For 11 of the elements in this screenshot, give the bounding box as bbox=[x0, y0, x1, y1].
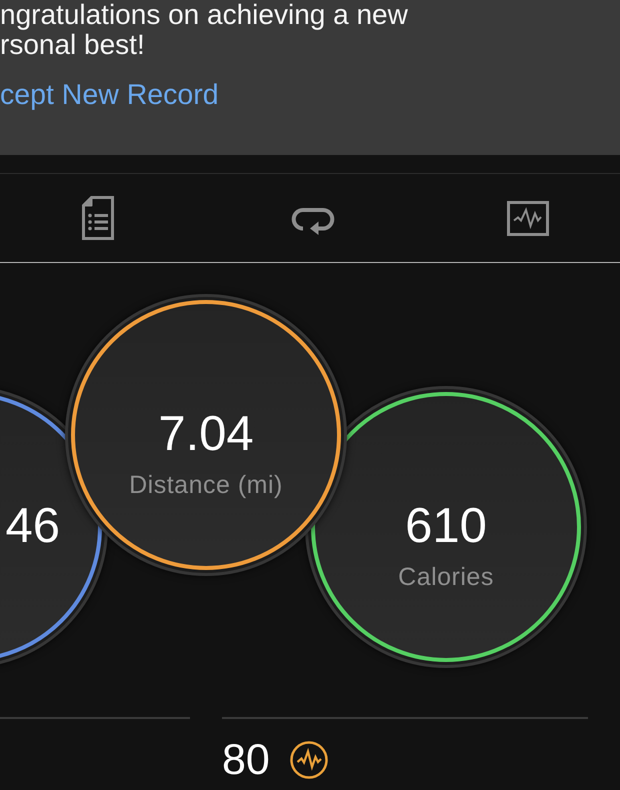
document-icon[interactable] bbox=[82, 196, 114, 240]
pulse-icon bbox=[290, 741, 328, 779]
stat-value: 80 bbox=[222, 736, 270, 784]
metric-value: 610 bbox=[405, 498, 487, 554]
metric-value: 46 bbox=[5, 498, 60, 554]
metric-label: Distance (mi) bbox=[129, 471, 283, 499]
banner-message: ngratulations on achieving a new rsonal best! bbox=[0, 0, 408, 60]
metric-value: 7.04 bbox=[158, 406, 254, 462]
record-link[interactable]: cept New Record bbox=[0, 80, 219, 110]
pulse-chart-icon[interactable] bbox=[507, 200, 549, 236]
metric-label: Calories bbox=[398, 563, 494, 591]
